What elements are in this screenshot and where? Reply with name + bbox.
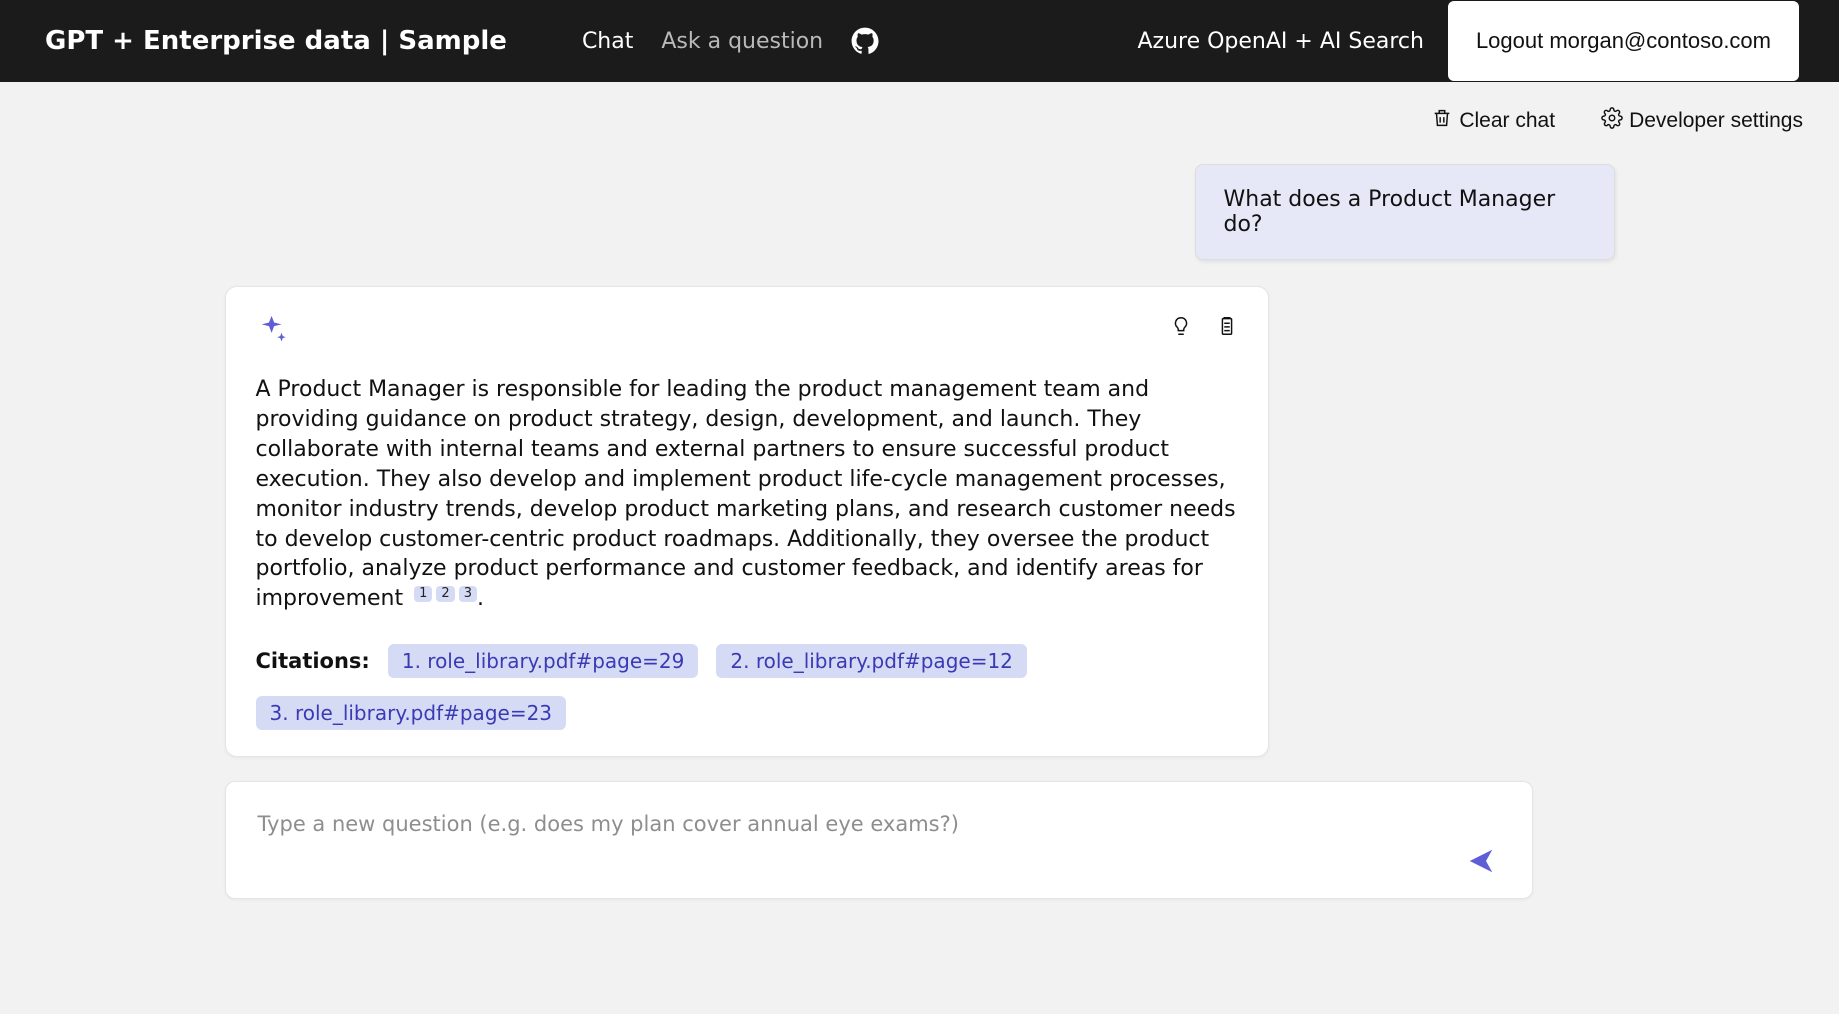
question-input-card	[225, 781, 1533, 899]
citation-chip-3[interactable]: 3. role_library.pdf#page=23	[256, 696, 567, 730]
nav-chat[interactable]: Chat	[582, 29, 633, 54]
clipboard-icon[interactable]	[1216, 313, 1238, 343]
top-toolbar: Clear chat Developer settings	[0, 82, 1839, 136]
citations-row: Citations: 1. role_library.pdf#page=29 2…	[256, 644, 1238, 730]
sparkle-icon	[256, 313, 290, 351]
developer-settings-button[interactable]: Developer settings	[1595, 106, 1809, 136]
user-message: What does a Product Manager do?	[1195, 164, 1615, 260]
citation-ref-2[interactable]: 2	[436, 586, 454, 602]
answer-actions	[1170, 313, 1238, 343]
trash-icon	[1431, 107, 1453, 135]
citation-ref-1[interactable]: 1	[414, 586, 432, 602]
lightbulb-icon[interactable]	[1170, 313, 1192, 343]
user-message-row: What does a Product Manager do?	[225, 164, 1615, 260]
citation-chip-1[interactable]: 1. role_library.pdf#page=29	[388, 644, 699, 678]
gear-icon	[1601, 107, 1623, 135]
developer-settings-label: Developer settings	[1629, 109, 1803, 133]
clear-chat-button[interactable]: Clear chat	[1425, 106, 1561, 136]
citations-label: Citations:	[256, 649, 370, 673]
header-subtitle: Azure OpenAI + AI Search	[1137, 29, 1423, 54]
citation-chip-2[interactable]: 2. role_library.pdf#page=12	[716, 644, 1027, 678]
question-input[interactable]	[256, 810, 1440, 870]
chat-area: What does a Product Manager do? A Produc…	[225, 136, 1615, 929]
nav-links: Chat Ask a question	[582, 27, 879, 55]
send-icon	[1466, 864, 1496, 879]
clear-chat-label: Clear chat	[1459, 109, 1555, 133]
answer-card: A Product Manager is responsible for lea…	[225, 286, 1269, 757]
citation-ref-3[interactable]: 3	[459, 586, 477, 602]
nav-ask-question[interactable]: Ask a question	[661, 29, 823, 54]
app-title: GPT + Enterprise data | Sample	[45, 26, 507, 56]
answer-text: A Product Manager is responsible for lea…	[256, 377, 1236, 611]
answer-top-bar	[256, 313, 1238, 351]
github-icon[interactable]	[851, 27, 879, 55]
app-header: GPT + Enterprise data | Sample Chat Ask …	[0, 0, 1839, 82]
logout-button[interactable]: Logout morgan@contoso.com	[1448, 1, 1799, 81]
answer-body: A Product Manager is responsible for lea…	[256, 375, 1238, 614]
answer-trailing: .	[477, 586, 484, 611]
send-button[interactable]	[1460, 845, 1502, 880]
